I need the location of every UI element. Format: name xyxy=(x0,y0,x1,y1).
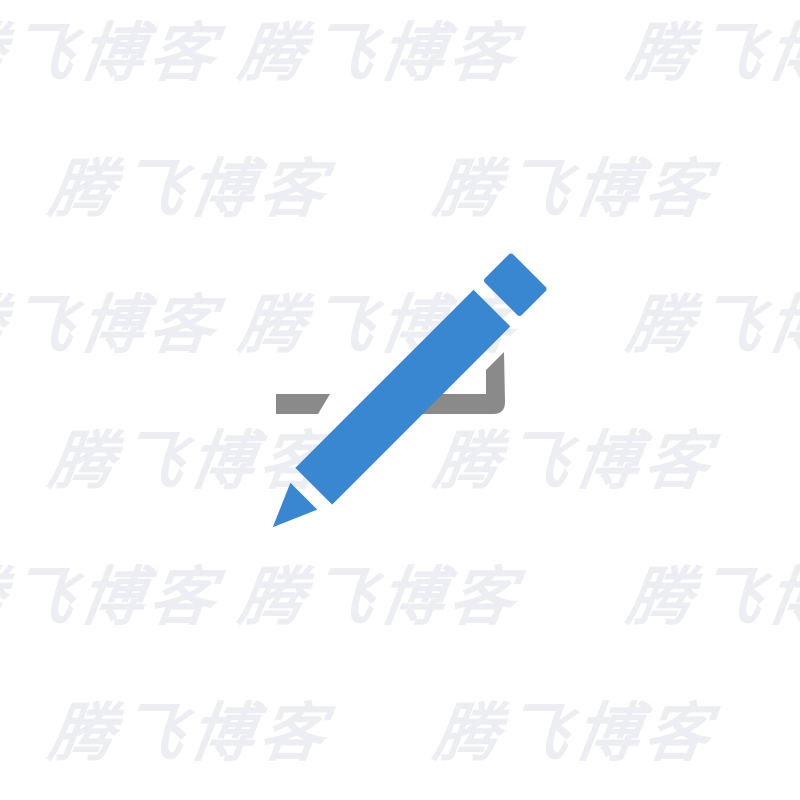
pencil-tip xyxy=(272,482,318,528)
pencil-cap xyxy=(483,253,547,317)
image-canvas: 腾飞博客 腾飞博客 腾飞博客 腾飞博客 腾飞博客 腾飞博客 腾飞博客 腾飞博客 … xyxy=(0,0,800,800)
edit-pencil-icon xyxy=(272,253,547,528)
